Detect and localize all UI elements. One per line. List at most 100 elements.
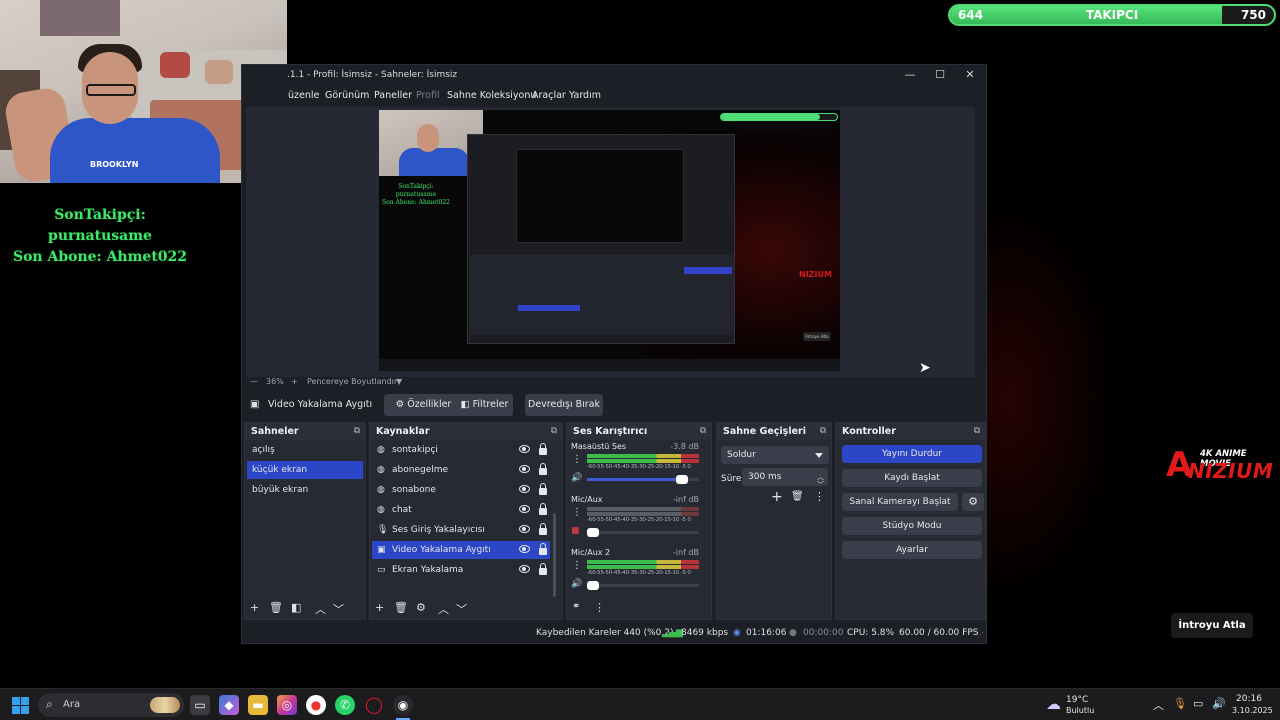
volume-knob[interactable] xyxy=(586,528,599,537)
close-button[interactable]: ✕ xyxy=(959,68,981,84)
muted-speaker-icon[interactable]: ■ xyxy=(571,526,580,536)
stop-stream-button[interactable]: Yayını Durdur xyxy=(842,445,982,463)
visibility-eye-icon[interactable] xyxy=(519,525,530,533)
settings-button[interactable]: Ayarlar xyxy=(842,541,982,559)
visibility-eye-icon[interactable] xyxy=(519,445,530,453)
zoom-dropdown-icon[interactable]: ▼ xyxy=(396,377,402,386)
network-icon[interactable]: ▭ xyxy=(1193,697,1203,710)
file-explorer-icon[interactable]: ▬ xyxy=(248,695,268,715)
source-item[interactable]: ◍ sontakipçi xyxy=(372,441,550,459)
lock-icon[interactable] xyxy=(539,563,547,575)
sources-scrollbar[interactable] xyxy=(553,513,556,597)
transition-type-select[interactable]: Soldur xyxy=(721,446,829,464)
menu-view[interactable]: Görünüm xyxy=(325,90,369,101)
properties-button[interactable]: ⚙ Özellikler xyxy=(384,394,463,416)
taskbar-search[interactable]: ⌕ Ara xyxy=(38,693,184,717)
undock-icon[interactable]: ⧉ xyxy=(700,426,706,436)
visibility-eye-icon[interactable] xyxy=(519,505,530,513)
preview-area[interactable]: SonTakipçi: purnatusame Son Abone: Ahmet… xyxy=(246,107,975,377)
lock-icon[interactable] xyxy=(539,523,547,535)
zoom-in-button[interactable]: + xyxy=(291,377,298,386)
studio-mode-button[interactable]: Stüdyo Modu xyxy=(842,517,982,535)
menu-tools[interactable]: Araçlar xyxy=(532,90,566,101)
trash-icon[interactable]: 🗑 xyxy=(791,491,804,502)
move-down-icon[interactable]: ﹀ xyxy=(456,601,467,617)
virtual-camera-button[interactable]: Sanal Kamerayı Başlat xyxy=(842,493,958,511)
undock-icon[interactable]: ⧉ xyxy=(974,426,980,436)
gear-icon[interactable]: ⚙ xyxy=(962,493,984,511)
trash-icon[interactable]: 🗑 xyxy=(269,601,283,614)
volume-slider[interactable] xyxy=(587,475,699,484)
chrome-icon[interactable]: ● xyxy=(306,695,326,715)
link-icon[interactable]: ⚭ xyxy=(572,601,580,612)
source-item[interactable]: 🎙 Ses Giriş Yakalayıcısı xyxy=(372,521,550,539)
source-item[interactable]: ◍ abonegelme xyxy=(372,461,550,479)
start-recording-button[interactable]: Kaydı Başlat xyxy=(842,469,982,487)
scene-item[interactable]: büyük ekran xyxy=(247,481,363,499)
task-view-icon[interactable]: ▭ xyxy=(190,695,210,715)
preview-canvas[interactable]: SonTakipçi: purnatusame Son Abone: Ahmet… xyxy=(379,110,840,371)
trash-icon[interactable]: 🗑 xyxy=(394,601,408,614)
lock-icon[interactable] xyxy=(539,483,547,495)
undock-icon[interactable]: ⧉ xyxy=(354,426,360,436)
copilot-icon[interactable]: ◆ xyxy=(219,695,239,715)
obs-icon[interactable]: ◉ xyxy=(393,695,413,715)
minimize-button[interactable]: — xyxy=(899,68,921,84)
chevron-up-icon[interactable]: ︿ xyxy=(1153,697,1164,713)
visibility-eye-icon[interactable] xyxy=(519,545,530,553)
volume-slider[interactable] xyxy=(586,581,699,590)
scene-item-selected[interactable]: küçük ekran xyxy=(247,461,363,479)
move-down-icon[interactable]: ﹀ xyxy=(333,601,344,617)
source-item[interactable]: ◍ sonabone xyxy=(372,481,550,499)
maximize-button[interactable]: ☐ xyxy=(929,68,951,84)
volume-knob[interactable] xyxy=(676,475,689,484)
microphone-icon[interactable]: 🎙 xyxy=(1173,697,1187,710)
scene-item[interactable]: açılış xyxy=(247,441,363,459)
visibility-eye-icon[interactable] xyxy=(519,465,530,473)
menu-help[interactable]: Yardım xyxy=(569,90,601,101)
source-item[interactable]: ◍ chat xyxy=(372,501,550,519)
obs-window[interactable]: .1.1 - Profil: İsimsiz - Sahneler: İsims… xyxy=(241,64,987,644)
duration-input[interactable]: 300 ms ︿ ﹀ xyxy=(742,468,828,489)
visibility-eye-icon[interactable] xyxy=(519,565,530,573)
lock-icon[interactable] xyxy=(539,463,547,475)
channel-options-icon[interactable]: ⋮ xyxy=(572,507,582,518)
filter-icon[interactable]: ◧ xyxy=(291,601,301,614)
zoom-mode[interactable]: Pencereye Boyutlandır xyxy=(307,377,397,386)
lock-icon[interactable] xyxy=(539,443,547,455)
deactivate-button[interactable]: Devredışı Bırak xyxy=(525,394,603,416)
undock-icon[interactable]: ⧉ xyxy=(820,426,826,436)
skip-intro-button[interactable]: İntroyu Atla xyxy=(1171,613,1253,638)
add-icon[interactable]: + xyxy=(250,601,259,614)
visibility-eye-icon[interactable] xyxy=(519,485,530,493)
channel-options-icon[interactable]: ⋮ xyxy=(572,560,582,571)
menu-docks[interactable]: Paneller xyxy=(374,90,412,101)
move-up-icon[interactable]: ︿ xyxy=(315,601,326,617)
title-bar[interactable]: .1.1 - Profil: İsimsiz - Sahneler: İsims… xyxy=(242,65,986,87)
add-icon[interactable]: + xyxy=(375,601,384,614)
source-item[interactable]: ▭ Ekran Yakalama xyxy=(372,561,550,579)
opera-icon[interactable]: ◯ xyxy=(364,695,384,715)
channel-options-icon[interactable]: ⋮ xyxy=(572,454,582,465)
volume-slider[interactable] xyxy=(586,528,699,537)
clock-date[interactable]: 3.10.2025 xyxy=(1232,706,1273,715)
menu-edit[interactable]: üzenle xyxy=(288,90,319,101)
speaker-icon[interactable]: 🔊 xyxy=(571,579,582,589)
volume-icon[interactable]: 🔊 xyxy=(1212,697,1226,710)
speaker-icon[interactable]: 🔊 xyxy=(571,473,582,483)
zoom-out-button[interactable]: — xyxy=(250,377,258,386)
lock-icon[interactable] xyxy=(539,543,547,555)
source-item[interactable]: ▣ Video Yakalama Aygıtı xyxy=(372,541,550,559)
more-options-icon[interactable]: ⋮ xyxy=(594,601,605,614)
menu-profile[interactable]: Profil xyxy=(416,90,440,101)
menu-scene-collection[interactable]: Sahne Koleksiyonu xyxy=(447,90,536,101)
move-up-icon[interactable]: ︿ xyxy=(438,601,449,617)
gear-icon[interactable]: ⚙ xyxy=(416,601,426,614)
add-icon[interactable]: + xyxy=(771,489,783,505)
filters-button[interactable]: ◧ Filtreler xyxy=(456,394,513,416)
volume-knob[interactable] xyxy=(586,581,599,590)
instagram-icon[interactable]: ◎ xyxy=(277,695,297,715)
more-options-icon[interactable]: ⋮ xyxy=(814,490,825,503)
clock-time[interactable]: 20:16 xyxy=(1236,694,1262,704)
whatsapp-icon[interactable]: ✆ xyxy=(335,695,355,715)
